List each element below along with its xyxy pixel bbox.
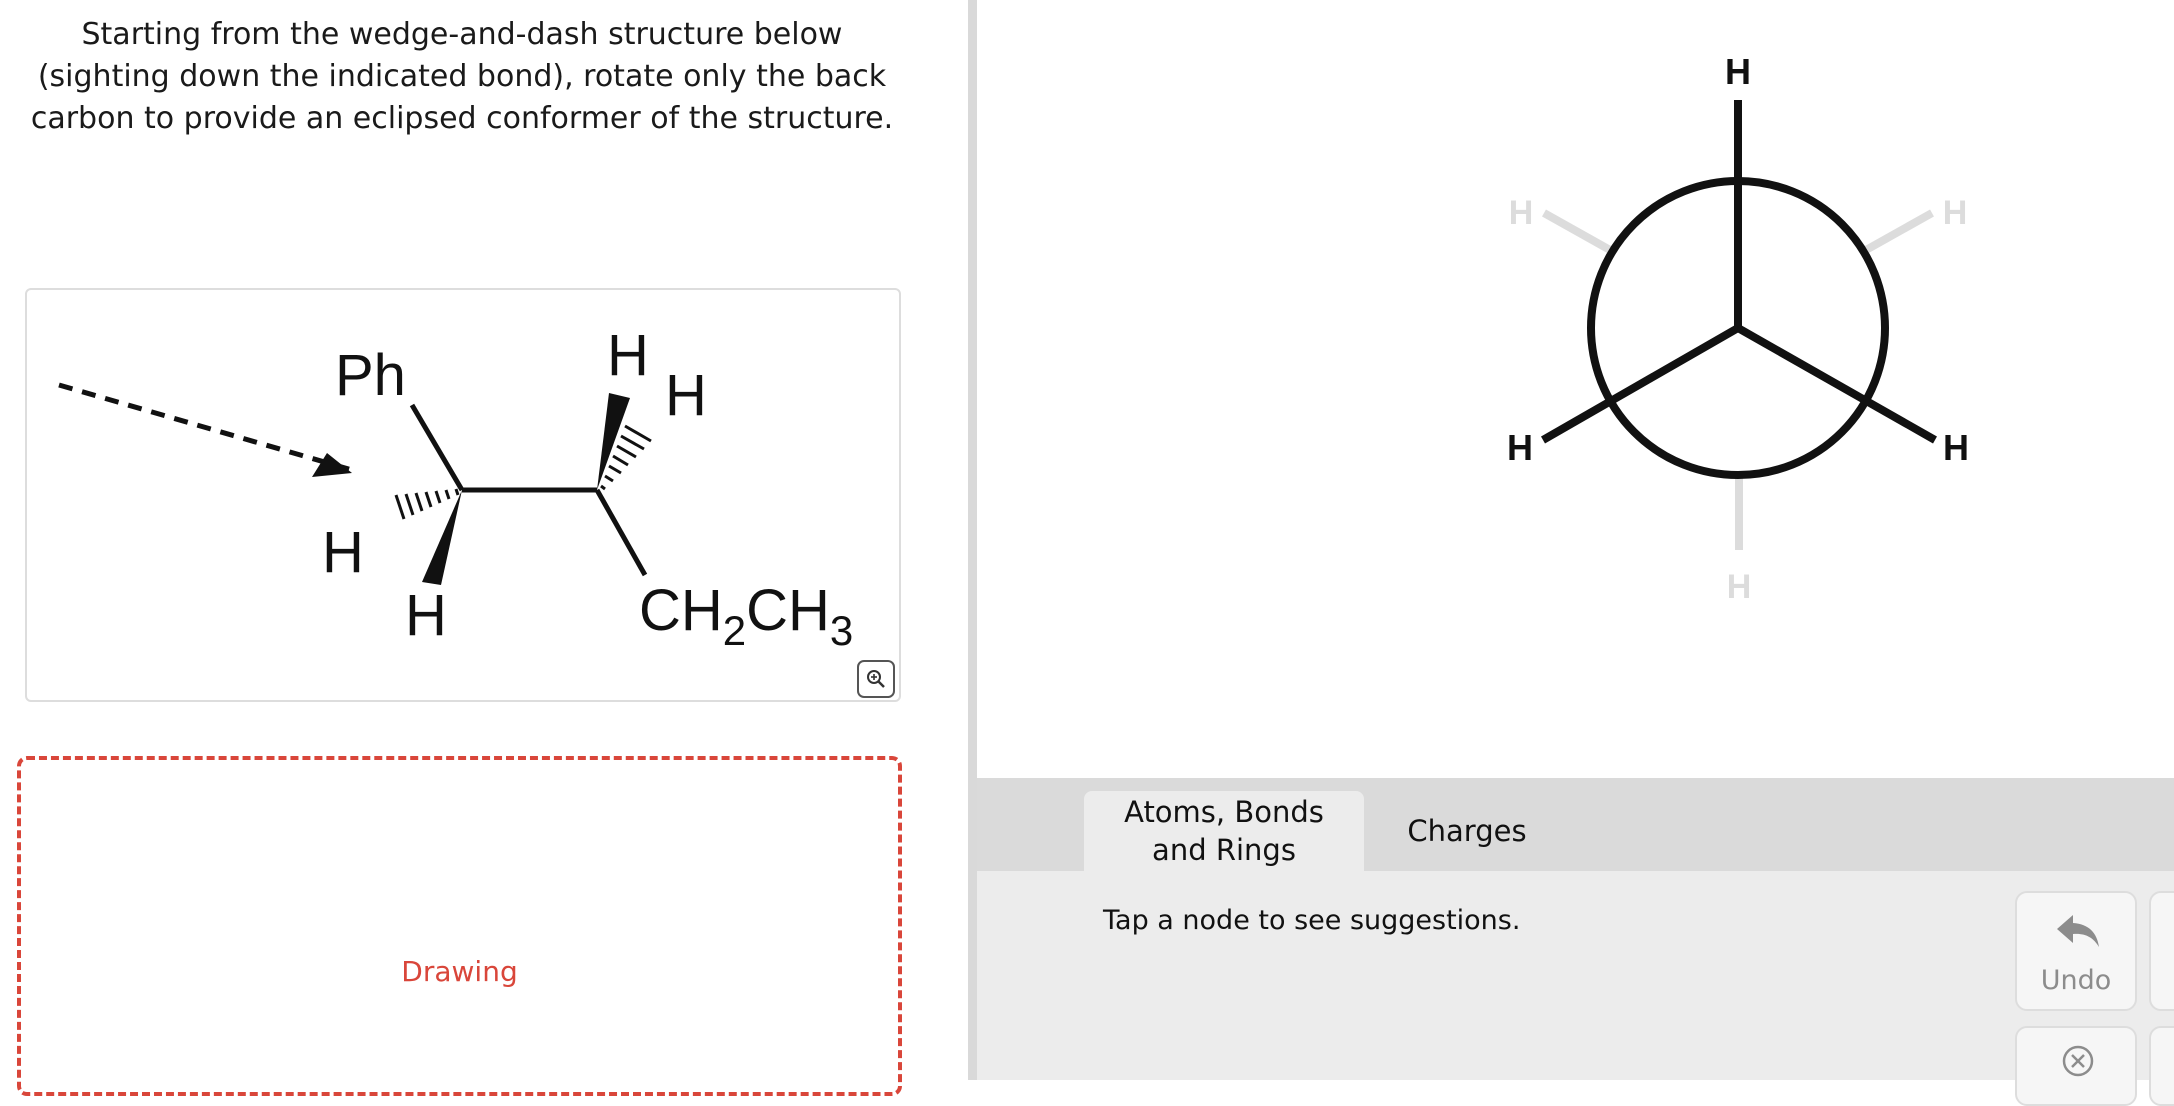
ph-label: Ph — [335, 343, 406, 408]
tab-charges-label: Charges — [1407, 814, 1527, 848]
back-h-top-left[interactable]: H — [1509, 194, 1534, 232]
bond-ph-c1 — [409, 403, 465, 492]
tab-atoms-label-line1: Atoms, Bonds — [1124, 795, 1324, 829]
zoom-in-icon — [867, 670, 885, 688]
front-h-right[interactable]: H — [1943, 427, 1969, 468]
bond-c2-ethyl — [594, 488, 648, 577]
dash-bond-c1-h — [394, 488, 460, 520]
wedge-bond-c1-h — [422, 490, 462, 585]
undo-button[interactable]: Undo — [2015, 891, 2137, 1011]
structure-figure: Ph H H H H CH2CH3 — [25, 288, 901, 702]
newman-projection: H H H H H H — [1507, 51, 1969, 606]
tab-charges[interactable]: Charges — [1377, 791, 1557, 871]
question-panel: Starting from the wedge-and-dash structu… — [0, 0, 968, 1096]
tab-atoms-label-line2: and Rings — [1152, 833, 1296, 867]
tool-tabs: Atoms, Bonds and Rings Charges — [977, 778, 2174, 871]
h-dash-right-label: H — [665, 363, 707, 428]
sighting-arrowhead-icon — [312, 453, 352, 477]
drawing-panel: H H H H H H Atoms, Bonds and Rings Charg… — [977, 0, 2174, 1106]
ethyl-label: CH2CH3 — [639, 578, 853, 654]
question-text: Starting from the wedge-and-dash structu… — [30, 17, 894, 136]
drawing-label: Drawing — [401, 955, 518, 988]
wedge-dash-structure: Ph H H H H CH2CH3 — [58, 323, 853, 654]
back-h-bottom[interactable]: H — [1727, 568, 1752, 606]
front-bond-left[interactable] — [1541, 324, 1740, 444]
suggestion-hint: Tap a node to see suggestions. — [1103, 905, 1521, 936]
front-bond-right[interactable] — [1736, 324, 1937, 444]
undo-arrow-icon — [2057, 915, 2099, 947]
tool-panel: Tap a node to see suggestions. Undo — [977, 871, 2174, 1106]
back-h-top-right[interactable]: H — [1943, 194, 1968, 232]
zoom-button[interactable] — [857, 660, 895, 698]
h-wedge-right-label: H — [607, 323, 649, 388]
side-tool-button[interactable] — [2149, 1026, 2174, 1106]
back-bond-top-left[interactable] — [1542, 209, 1612, 254]
h-dash-left-label: H — [322, 520, 364, 585]
back-bond-top-right[interactable] — [1864, 209, 1934, 254]
newman-canvas[interactable]: H H H H H H — [977, 0, 2174, 778]
h-wedge-left-label: H — [405, 583, 447, 648]
drawing-area[interactable]: Drawing — [17, 756, 902, 1096]
front-h-top[interactable]: H — [1725, 51, 1751, 92]
panel-divider[interactable] — [968, 0, 977, 1080]
redo-button[interactable] — [2149, 891, 2174, 1011]
tab-atoms-bonds-rings[interactable]: Atoms, Bonds and Rings — [1084, 791, 1364, 871]
front-h-left[interactable]: H — [1507, 427, 1533, 468]
clear-x-icon — [2062, 1045, 2094, 1077]
sighting-arrow — [58, 382, 353, 473]
wedge-bond-c2-h — [597, 393, 630, 490]
clear-button[interactable] — [2015, 1026, 2137, 1106]
undo-label: Undo — [2040, 965, 2112, 996]
